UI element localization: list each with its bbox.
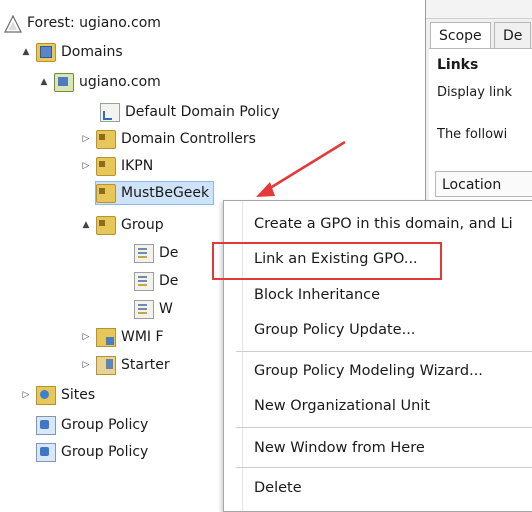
annotation-arrow-icon [256,140,346,197]
